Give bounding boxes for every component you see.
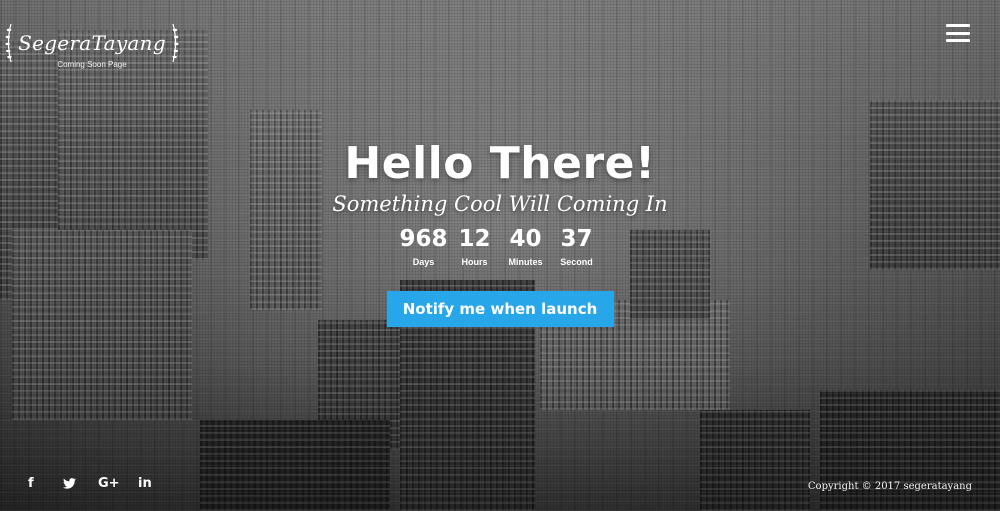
google-plus-icon: G+ — [98, 475, 120, 491]
hamburger-icon-bar — [946, 31, 970, 35]
hamburger-menu-button[interactable] — [946, 24, 970, 42]
laurel-left-icon — [5, 23, 12, 63]
countdown-seconds-value: 37 — [560, 226, 593, 253]
brand-wordmark: SegeraTayang — [18, 31, 166, 55]
countdown-days: 968 Days — [398, 226, 449, 266]
brand-tagline: Coming Soon Page — [57, 60, 127, 69]
facebook-icon: f — [28, 475, 34, 491]
countdown-seconds-label: Second — [560, 256, 593, 267]
linkedin-icon: in — [138, 475, 152, 491]
linkedin-link[interactable]: in — [138, 474, 173, 492]
laurel-right-icon — [172, 23, 179, 63]
notify-me-button[interactable]: Notify me when launch — [386, 290, 614, 327]
brand-logo[interactable]: SegeraTayang Coming Soon Page — [5, 22, 179, 74]
countdown-minutes-value: 40 — [509, 226, 542, 253]
hero-section: Hello There! Something Cool Will Coming … — [0, 138, 1000, 327]
countdown-minutes: 40 Minutes — [500, 226, 551, 266]
hamburger-icon-bar — [946, 24, 970, 27]
copyright-text: Copyright © 2017 segeratayang — [807, 481, 972, 492]
countdown-hours: 12 Hours — [449, 226, 500, 266]
twitter-link[interactable] — [63, 474, 98, 492]
google-plus-link[interactable]: G+ — [98, 474, 138, 492]
hamburger-icon-bar — [946, 39, 970, 42]
countdown-hours-value: 12 — [458, 226, 491, 253]
hero-subline: Something Cool Will Coming In — [332, 192, 668, 217]
countdown-seconds: 37 Second — [551, 226, 602, 266]
countdown-hours-label: Hours — [461, 256, 488, 267]
countdown-days-label: Days — [412, 256, 435, 267]
countdown-timer: 968 Days 12 Hours 40 Minutes 37 Second — [398, 226, 602, 266]
countdown-days-value: 968 — [399, 226, 448, 253]
hero-headline: Hello There! — [344, 138, 656, 189]
countdown-minutes-label: Minutes — [508, 256, 543, 267]
social-links: f G+ in — [28, 474, 173, 492]
twitter-icon — [63, 477, 76, 489]
facebook-link[interactable]: f — [28, 474, 63, 492]
